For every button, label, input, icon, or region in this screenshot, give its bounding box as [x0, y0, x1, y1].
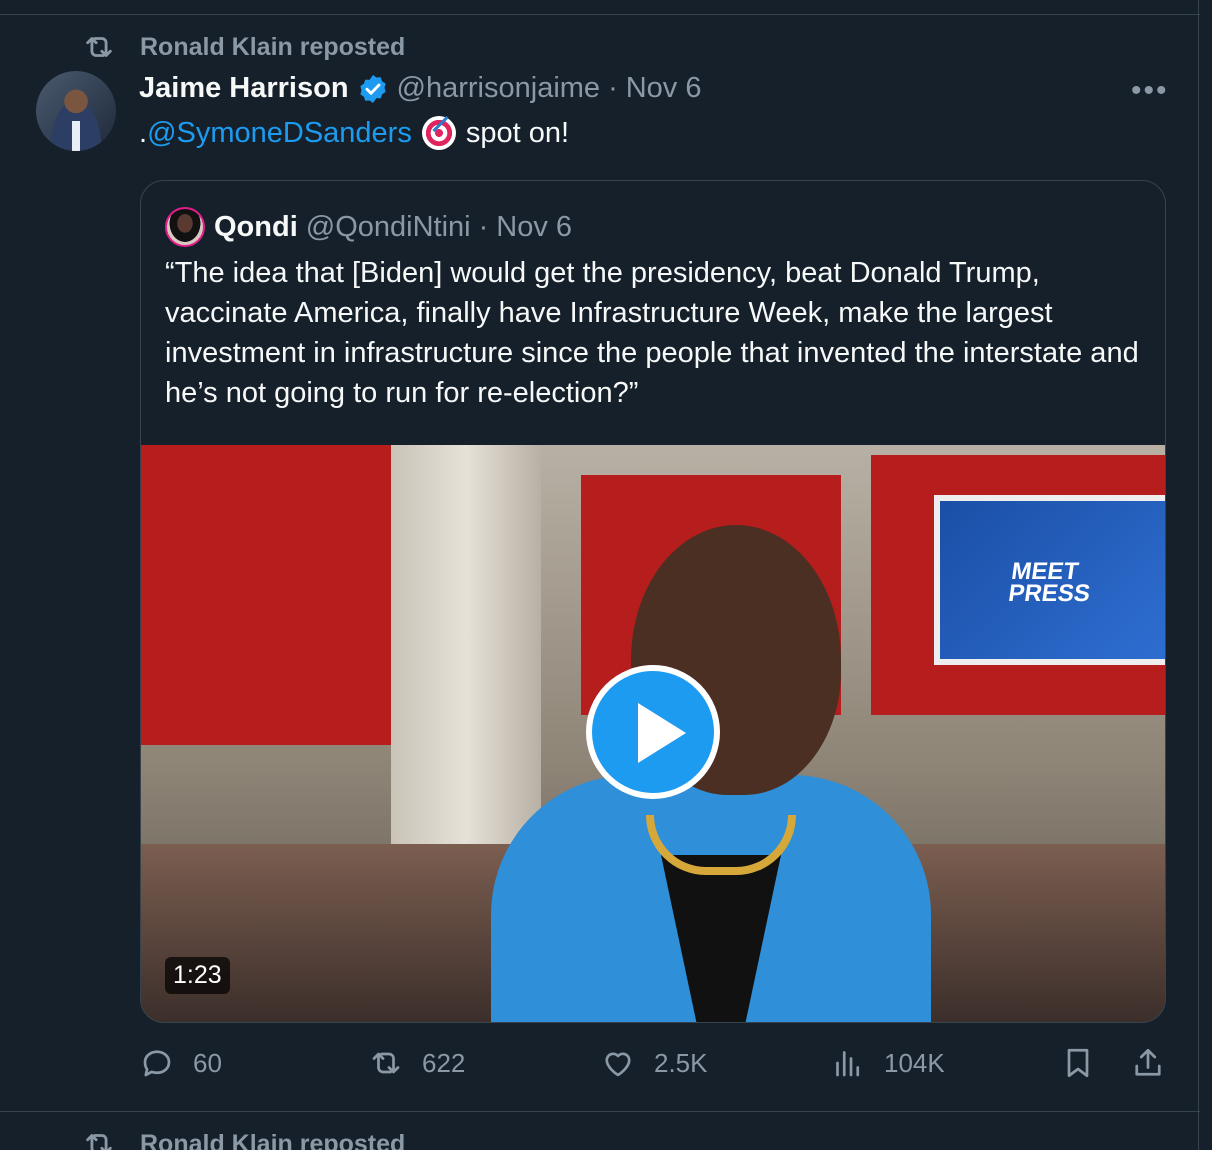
quoted-tweet-card[interactable]: Qondi @QondiNtini · Nov 6 “The idea that… — [140, 180, 1166, 1023]
tweet-text-prefix: . — [139, 116, 148, 149]
studio-screen: MEET PRESS — [934, 495, 1165, 665]
heart-icon — [605, 1052, 631, 1077]
studio-screen-text: MEET PRESS — [1006, 558, 1092, 607]
view-count: 104K — [884, 1047, 945, 1078]
repost-icon — [86, 37, 112, 57]
bottom-divider — [0, 1111, 1200, 1112]
header-separator: · — [608, 72, 618, 104]
repost-action-icon — [372, 1052, 400, 1074]
like-button[interactable]: 2.5K — [600, 1045, 708, 1081]
more-options-icon[interactable]: ••• — [1131, 74, 1169, 108]
quoted-tweet-header: Qondi @QondiNtini · Nov 6 — [165, 207, 572, 247]
play-button-icon[interactable] — [586, 665, 720, 799]
author-name[interactable]: Jaime Harrison — [139, 72, 349, 105]
tweet-text-suffix: spot on! — [465, 116, 570, 149]
next-repost-banner-label: Ronald Klain reposted — [140, 1129, 406, 1150]
quoted-author-avatar[interactable] — [165, 207, 205, 247]
repost-icon — [86, 1134, 112, 1150]
verified-badge-icon — [359, 74, 386, 103]
video-duration: 1:23 — [165, 957, 230, 994]
author-avatar[interactable] — [36, 71, 116, 151]
mention-link[interactable]: @SymoneDSanders — [147, 117, 412, 150]
top-divider — [0, 14, 1200, 15]
quoted-author-handle[interactable]: @QondiNtini — [306, 211, 471, 244]
repost-button[interactable]: 622 — [368, 1045, 465, 1081]
video-thumbnail[interactable]: MEET PRESS 1:23 — [141, 445, 1165, 1022]
bookmark-icon — [1067, 1048, 1089, 1078]
share-button[interactable] — [1130, 1045, 1166, 1081]
column-border — [1198, 0, 1199, 1150]
quoted-tweet-text: “The idea that [Biden] would get the pre… — [165, 257, 1139, 409]
quoted-header-separator: · — [478, 210, 489, 243]
share-icon — [1135, 1048, 1161, 1076]
repost-count: 622 — [422, 1047, 466, 1078]
quoted-tweet-date[interactable]: Nov 6 — [496, 211, 572, 244]
analytics-icon — [836, 1051, 860, 1077]
quoted-author-name[interactable]: Qondi — [214, 211, 298, 244]
reply-button[interactable]: 60 — [139, 1045, 222, 1081]
direct-hit-emoji-icon — [421, 116, 456, 150]
tweet-header: Jaime Harrison @harrisonjaime · Nov 6 — [139, 72, 702, 105]
repost-banner-label: Ronald Klain reposted — [140, 32, 406, 61]
next-repost-banner[interactable]: Ronald Klain reposted — [82, 1127, 405, 1150]
like-count: 2.5K — [654, 1047, 708, 1078]
author-handle[interactable]: @harrisonjaime — [397, 72, 601, 105]
bookmark-button[interactable] — [1060, 1045, 1096, 1081]
views-button[interactable]: 104K — [830, 1045, 945, 1081]
studio-backdrop-left — [141, 445, 401, 745]
reply-icon — [143, 1050, 171, 1077]
tweet-text: . @SymoneDSanders spot on! — [139, 116, 569, 150]
tweet-actions-bar: 60 622 2.5K 104K — [0, 1045, 1212, 1093]
tweet-date[interactable]: Nov 6 — [626, 72, 702, 105]
reply-count: 60 — [193, 1047, 222, 1078]
repost-banner[interactable]: Ronald Klain reposted — [82, 30, 405, 64]
